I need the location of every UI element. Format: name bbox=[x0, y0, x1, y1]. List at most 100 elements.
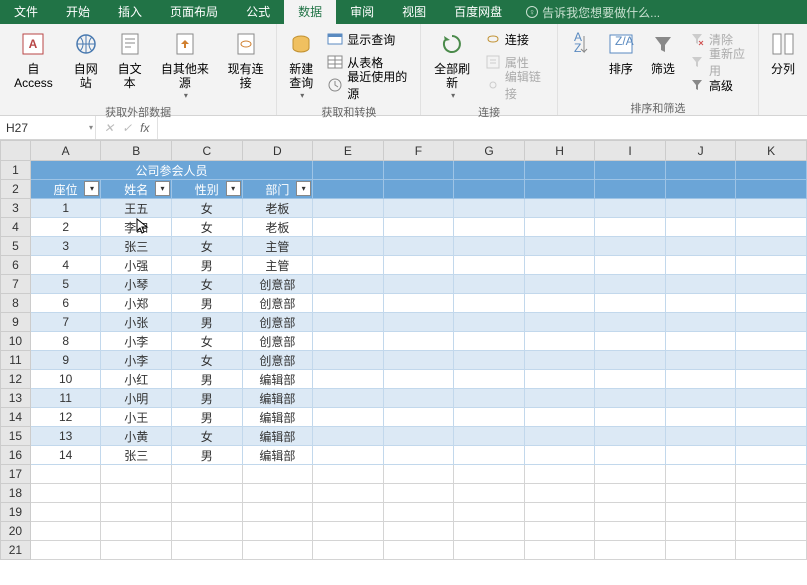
cell[interactable] bbox=[383, 389, 454, 408]
cell[interactable] bbox=[101, 522, 172, 541]
cell[interactable] bbox=[524, 275, 595, 294]
cell[interactable] bbox=[665, 180, 736, 199]
cell[interactable]: 男 bbox=[172, 408, 243, 427]
cell[interactable] bbox=[595, 484, 666, 503]
column-header[interactable]: D bbox=[242, 141, 313, 161]
cell[interactable] bbox=[595, 503, 666, 522]
cell[interactable] bbox=[524, 218, 595, 237]
cell[interactable] bbox=[454, 237, 525, 256]
cell[interactable]: 小张 bbox=[101, 313, 172, 332]
sort-az-button[interactable]: AZ bbox=[562, 26, 599, 64]
cell[interactable]: 女 bbox=[172, 275, 243, 294]
cell[interactable] bbox=[595, 427, 666, 446]
cell[interactable] bbox=[383, 408, 454, 427]
cell[interactable] bbox=[736, 389, 807, 408]
name-box[interactable]: H27 ▾ bbox=[0, 116, 96, 139]
tab-home[interactable]: 开始 bbox=[52, 0, 104, 24]
cell[interactable] bbox=[665, 237, 736, 256]
cell[interactable] bbox=[172, 522, 243, 541]
cell[interactable] bbox=[736, 408, 807, 427]
cell[interactable] bbox=[736, 275, 807, 294]
cell[interactable] bbox=[313, 161, 384, 180]
cell[interactable] bbox=[454, 446, 525, 465]
cell[interactable] bbox=[665, 522, 736, 541]
cell[interactable] bbox=[736, 370, 807, 389]
cell[interactable]: 老板 bbox=[242, 218, 313, 237]
cell[interactable] bbox=[665, 351, 736, 370]
row-header[interactable]: 10 bbox=[1, 332, 31, 351]
row-header[interactable]: 18 bbox=[1, 484, 31, 503]
worksheet-grid[interactable]: ABCDEFGHIJK 1公司参会人员2座位▾姓名▾性别▾部门▾31王五女老板4… bbox=[0, 140, 807, 560]
edit-links-button[interactable]: 编辑链接 bbox=[481, 74, 553, 96]
cell[interactable] bbox=[665, 484, 736, 503]
cell[interactable] bbox=[736, 313, 807, 332]
cell[interactable]: 14 bbox=[30, 446, 101, 465]
cell[interactable] bbox=[595, 313, 666, 332]
cell[interactable] bbox=[383, 522, 454, 541]
tab-formulas[interactable]: 公式 bbox=[232, 0, 284, 24]
row-header[interactable]: 20 bbox=[1, 522, 31, 541]
cell[interactable] bbox=[454, 465, 525, 484]
cell[interactable] bbox=[383, 503, 454, 522]
cell[interactable] bbox=[524, 294, 595, 313]
column-header[interactable]: C bbox=[172, 141, 243, 161]
text-to-columns-button[interactable]: 分列 bbox=[763, 26, 803, 78]
cell[interactable] bbox=[454, 199, 525, 218]
cell[interactable]: 男 bbox=[172, 256, 243, 275]
row-header[interactable]: 5 bbox=[1, 237, 31, 256]
cell[interactable]: 创意部 bbox=[242, 294, 313, 313]
cell[interactable]: 女 bbox=[172, 237, 243, 256]
cell[interactable] bbox=[524, 370, 595, 389]
cell[interactable] bbox=[383, 427, 454, 446]
connections-button[interactable]: 连接 bbox=[481, 28, 553, 50]
tab-baidu[interactable]: 百度网盘 bbox=[440, 0, 516, 24]
row-header[interactable]: 7 bbox=[1, 275, 31, 294]
cell[interactable] bbox=[30, 484, 101, 503]
cell[interactable] bbox=[383, 313, 454, 332]
cell[interactable] bbox=[313, 294, 384, 313]
reapply-button[interactable]: 重新应用 bbox=[685, 51, 754, 73]
column-header[interactable]: E bbox=[313, 141, 384, 161]
cell[interactable]: 小琴 bbox=[101, 275, 172, 294]
cell[interactable] bbox=[595, 256, 666, 275]
cell[interactable] bbox=[101, 465, 172, 484]
row-header[interactable]: 19 bbox=[1, 503, 31, 522]
cell[interactable]: 女 bbox=[172, 332, 243, 351]
cell[interactable]: 9 bbox=[30, 351, 101, 370]
cell[interactable] bbox=[454, 503, 525, 522]
cell[interactable] bbox=[736, 180, 807, 199]
cell[interactable] bbox=[665, 465, 736, 484]
cell[interactable] bbox=[454, 522, 525, 541]
cell[interactable] bbox=[736, 294, 807, 313]
cell[interactable] bbox=[242, 484, 313, 503]
select-all-corner[interactable] bbox=[1, 141, 31, 161]
cell[interactable] bbox=[313, 370, 384, 389]
table-header-gender[interactable]: 性别▾ bbox=[172, 180, 243, 199]
column-header[interactable]: G bbox=[454, 141, 525, 161]
cell[interactable]: 4 bbox=[30, 256, 101, 275]
cell[interactable] bbox=[383, 199, 454, 218]
cell[interactable]: 张三 bbox=[101, 237, 172, 256]
existing-conn-button[interactable]: 现有连接 bbox=[219, 26, 272, 93]
cell[interactable] bbox=[665, 541, 736, 560]
cell[interactable]: 主管 bbox=[242, 237, 313, 256]
cell[interactable] bbox=[524, 389, 595, 408]
row-header[interactable]: 21 bbox=[1, 541, 31, 560]
cell[interactable]: 13 bbox=[30, 427, 101, 446]
cell[interactable] bbox=[665, 408, 736, 427]
cell[interactable] bbox=[313, 522, 384, 541]
cell[interactable] bbox=[595, 541, 666, 560]
cell[interactable] bbox=[595, 465, 666, 484]
cell[interactable] bbox=[595, 370, 666, 389]
cell[interactable] bbox=[736, 351, 807, 370]
cell[interactable]: 小郑 bbox=[101, 294, 172, 313]
cell[interactable] bbox=[313, 237, 384, 256]
row-header[interactable]: 9 bbox=[1, 313, 31, 332]
cell[interactable]: 创意部 bbox=[242, 275, 313, 294]
refresh-all-button[interactable]: 全部刷新▾ bbox=[425, 26, 478, 102]
cell[interactable] bbox=[736, 446, 807, 465]
cell[interactable] bbox=[454, 389, 525, 408]
cell[interactable] bbox=[383, 370, 454, 389]
name-box-dropdown[interactable]: ▾ bbox=[89, 123, 93, 132]
cell[interactable]: 小李 bbox=[101, 332, 172, 351]
